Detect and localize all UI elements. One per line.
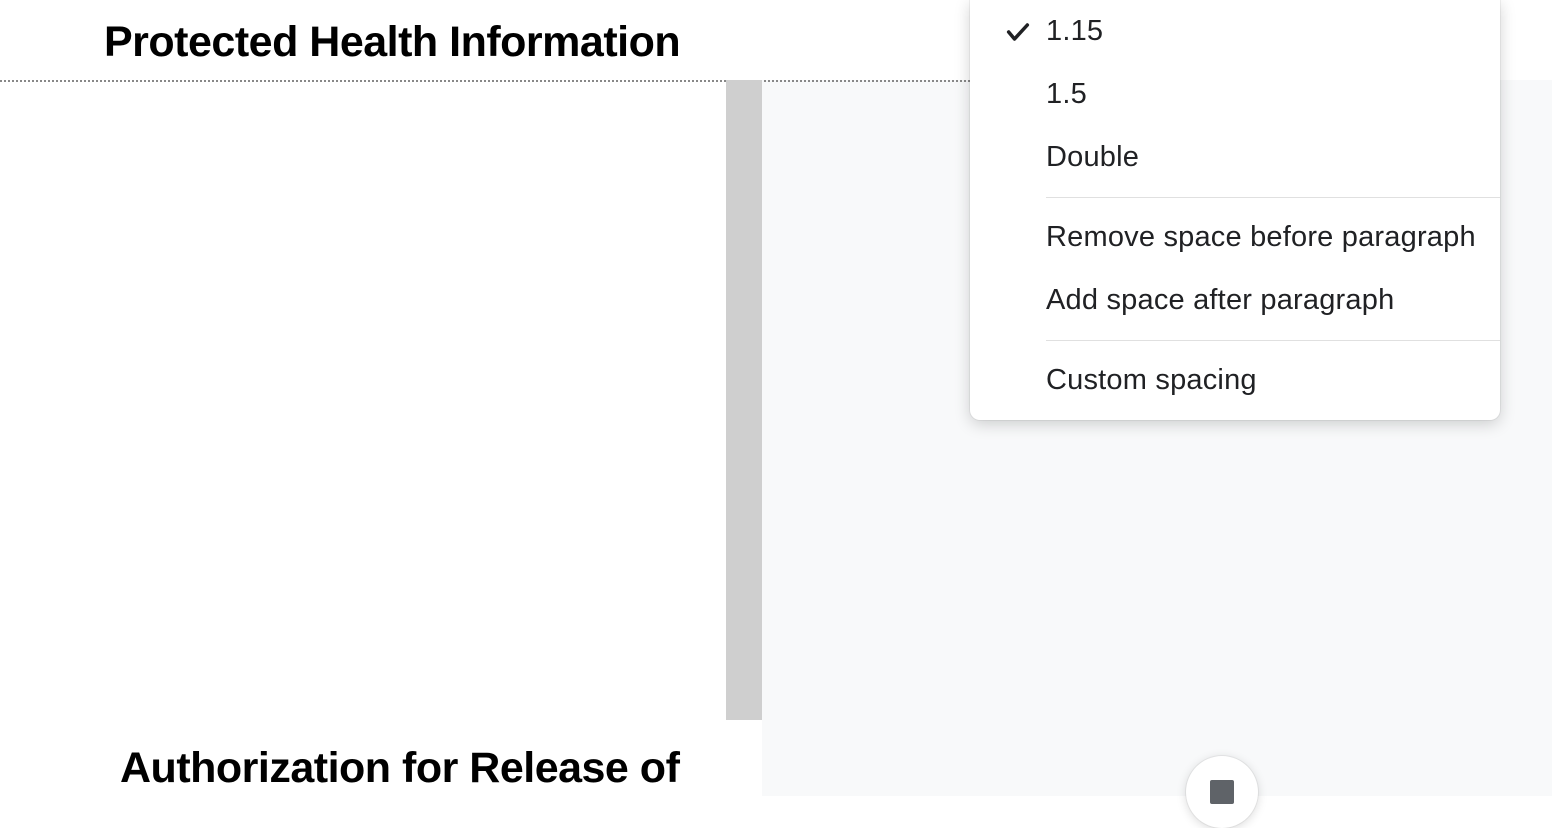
document-heading-page-2-start[interactable]: Authorization for Release of [120,744,679,793]
menu-item-label: Double [1046,141,1500,174]
menu-item-label: 1.15 [1046,15,1500,48]
line-spacing-option-1-15[interactable]: 1.15 [970,0,1500,63]
remove-space-before-paragraph[interactable]: Remove space before paragraph [970,206,1500,269]
line-spacing-menu: 1.15 1.5 Double Remove space before para… [970,0,1500,420]
page-gap-gutter [726,80,762,720]
explore-floating-button[interactable] [1186,756,1258,828]
menu-item-label: Add space after paragraph [1046,284,1500,317]
explore-icon [1210,780,1234,804]
page-break-indicator [0,80,970,82]
menu-separator [1046,340,1500,341]
custom-spacing[interactable]: Custom spacing [970,349,1500,412]
document-page-area[interactable]: Protected Health Information Authorizati… [0,0,745,796]
menu-item-label: 1.5 [1046,78,1500,111]
line-spacing-option-1-5[interactable]: 1.5 [970,63,1500,126]
menu-separator [1046,197,1500,198]
check-icon [990,18,1046,46]
add-space-after-paragraph[interactable]: Add space after paragraph [970,269,1500,332]
line-spacing-option-double[interactable]: Double [970,126,1500,189]
menu-item-label: Remove space before paragraph [1046,221,1500,254]
document-heading-page-1-end[interactable]: Protected Health Information [104,18,680,67]
menu-item-label: Custom spacing [1046,364,1500,397]
